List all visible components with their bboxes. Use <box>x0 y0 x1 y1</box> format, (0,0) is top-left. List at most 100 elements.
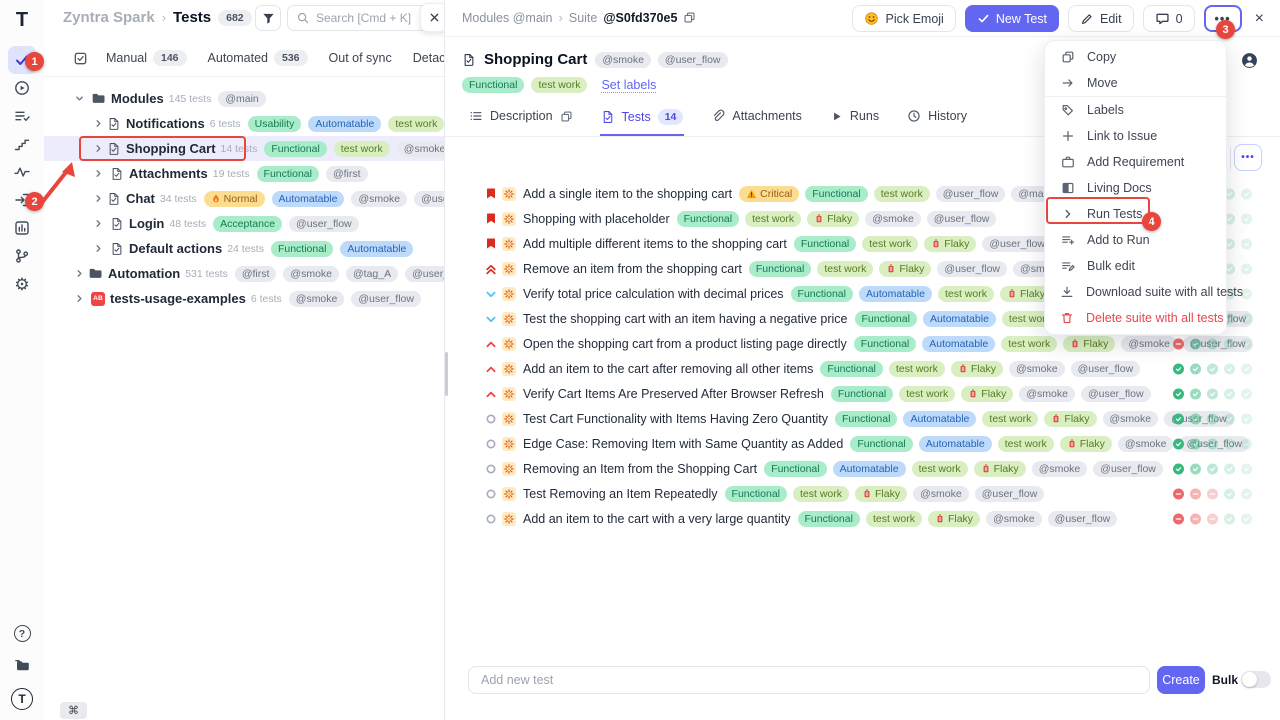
tree-tab-manual[interactable]: Manual146 <box>106 50 187 66</box>
label-@user_flow[interactable]: @user_flow <box>936 186 1006 202</box>
label-automatable[interactable]: Automatable <box>859 286 932 302</box>
list-more-button[interactable]: ••• <box>1234 144 1262 171</box>
comments-button[interactable]: 0 <box>1143 5 1195 32</box>
test-row[interactable]: Test Removing an Item RepeatedlyFunction… <box>445 481 1280 506</box>
label-@first[interactable]: @first <box>326 166 368 182</box>
menu-item-download-suite-with-all-tests[interactable]: Download suite with all tests <box>1045 279 1226 305</box>
user-avatar[interactable] <box>1241 52 1258 69</box>
label-test-work[interactable]: test work <box>938 286 994 302</box>
menu-item-add-requirement[interactable]: Add Requirement <box>1045 149 1226 175</box>
label-@user_flow[interactable]: @user_flow <box>937 261 1007 277</box>
label-@user_flow[interactable]: @user_flow <box>975 486 1045 502</box>
scrollbar-thumb[interactable] <box>445 352 448 396</box>
label-flaky[interactable]: Flaky <box>1044 411 1096 427</box>
chevron-right-icon[interactable] <box>74 268 85 279</box>
label-functional[interactable]: Functional <box>677 211 739 227</box>
chevron-right-icon[interactable] <box>93 168 107 179</box>
label-functional[interactable]: Functional <box>831 386 893 402</box>
pick-emoji-button[interactable]: Pick Emoji <box>852 5 955 32</box>
label-functional[interactable]: Functional <box>835 411 897 427</box>
test-title[interactable]: Add multiple different items to the shop… <box>523 237 787 251</box>
label-@smoke[interactable]: @smoke <box>1118 436 1174 452</box>
test-row[interactable]: Edge Case: Removing Item with Same Quant… <box>445 431 1280 456</box>
test-title[interactable]: Add an item to the cart after removing a… <box>523 362 813 376</box>
copy-suite-id-icon[interactable] <box>683 11 696 24</box>
projects-folder-icon[interactable] <box>8 651 36 679</box>
close-search-button[interactable] <box>420 3 445 32</box>
label-functional[interactable]: Functional <box>725 486 787 502</box>
label-functional[interactable]: Functional <box>264 141 326 157</box>
tab-runs[interactable]: Runs <box>829 104 880 132</box>
test-row[interactable]: Add an item to the cart with a very larg… <box>445 506 1280 531</box>
label-test-work[interactable]: test work <box>334 141 390 157</box>
label-@smoke[interactable]: @smoke <box>1009 361 1065 377</box>
label-test-work[interactable]: test work <box>912 461 968 477</box>
add-new-test-input[interactable] <box>468 666 1150 694</box>
copy-description-icon[interactable] <box>560 110 573 123</box>
label-test-work[interactable]: test work <box>866 511 922 527</box>
label-automatable[interactable]: Automatable <box>919 436 992 452</box>
analytics-icon[interactable] <box>8 214 36 242</box>
label-test-work[interactable]: test work <box>817 261 873 277</box>
settings-gear-icon[interactable]: ⚙ <box>8 270 36 298</box>
test-title[interactable]: Edge Case: Removing Item with Same Quant… <box>523 437 843 451</box>
label-functional[interactable]: Functional <box>854 336 916 352</box>
tree-item-notifications[interactable]: Notifications6 testsUsabilityAutomatable… <box>44 111 444 136</box>
label-test-work[interactable]: test work <box>793 486 849 502</box>
tests-section-label[interactable]: Tests <box>173 9 211 26</box>
label-@user_flow[interactable]: @user_flow <box>289 216 359 232</box>
close-panel-button[interactable]: × <box>1251 5 1268 32</box>
label-test-work[interactable]: test work <box>531 77 587 93</box>
label-flaky[interactable]: Flaky <box>924 236 976 252</box>
test-title[interactable]: Test the shopping cart with an item havi… <box>523 312 848 326</box>
label-@smoke[interactable]: @smoke <box>865 211 921 227</box>
label-functional[interactable]: Functional <box>257 166 319 182</box>
label-test-work[interactable]: test work <box>1001 336 1057 352</box>
test-row[interactable]: Test Cart Functionality with Items Havin… <box>445 406 1280 431</box>
plans-list-check-icon[interactable] <box>8 102 36 130</box>
filter-button[interactable] <box>255 5 281 31</box>
test-title[interactable]: Add an item to the cart with a very larg… <box>523 512 791 526</box>
label-automatable[interactable]: Automatable <box>923 311 996 327</box>
label-functional[interactable]: Functional <box>271 241 333 257</box>
test-row[interactable]: Add an item to the cart after removing a… <box>445 356 1280 381</box>
label-test-work[interactable]: test work <box>889 361 945 377</box>
label-@user_flow[interactable]: @user_flow <box>1071 361 1141 377</box>
menu-item-delete-suite-with-all-tests[interactable]: Delete suite with all tests <box>1045 305 1226 331</box>
label-@smoke[interactable]: @smoke <box>1121 336 1177 352</box>
label-@smoke[interactable]: @smoke <box>1019 386 1075 402</box>
tree-tab-out-of-sync[interactable]: Out of sync <box>329 51 392 65</box>
label-functional[interactable]: Functional <box>798 511 860 527</box>
create-button[interactable]: Create <box>1157 666 1205 694</box>
test-title[interactable]: Open the shopping cart from a product li… <box>523 337 847 351</box>
menu-item-move[interactable]: Move <box>1045 70 1226 96</box>
label-@smoke[interactable]: @smoke <box>595 52 651 68</box>
label-functional[interactable]: Functional <box>805 186 867 202</box>
label-functional[interactable]: Functional <box>820 361 882 377</box>
label-acceptance[interactable]: Acceptance <box>213 216 282 232</box>
label-@smoke[interactable]: @smoke <box>351 191 407 207</box>
chevron-right-icon[interactable] <box>93 243 107 254</box>
runs-play-icon[interactable] <box>8 74 36 102</box>
label-@smoke[interactable]: @smoke <box>289 291 345 307</box>
search-input[interactable] <box>316 11 416 25</box>
test-row[interactable]: Verify Cart Items Are Preserved After Br… <box>445 381 1280 406</box>
label-flaky[interactable]: Flaky <box>951 361 1003 377</box>
label-@smoke[interactable]: @smoke <box>986 511 1042 527</box>
label-test-work[interactable]: test work <box>862 236 918 252</box>
label-@tag_a[interactable]: @tag_A <box>346 266 398 282</box>
test-title[interactable]: Verify Cart Items Are Preserved After Br… <box>523 387 824 401</box>
label-flaky[interactable]: Flaky <box>879 261 931 277</box>
test-title[interactable]: Remove an item from the shopping cart <box>523 262 742 276</box>
project-name[interactable]: Zyntra Spark <box>63 9 155 26</box>
label-functional[interactable]: Functional <box>462 77 524 93</box>
brand-circle-icon[interactable]: T <box>11 688 33 710</box>
tree-item-automation[interactable]: Automation531 tests@first@smoke@tag_A@us… <box>44 261 444 286</box>
label-flaky[interactable]: Flaky <box>928 511 980 527</box>
tab-attachments[interactable]: Attachments <box>710 104 802 132</box>
label-@user_flow[interactable]: @user_flow <box>351 291 421 307</box>
edit-button[interactable]: Edit <box>1068 5 1134 32</box>
label-test-work[interactable]: test work <box>899 386 955 402</box>
tree-item-modules[interactable]: Modules145 tests@main <box>44 86 444 111</box>
select-tests-icon[interactable] <box>73 51 88 66</box>
